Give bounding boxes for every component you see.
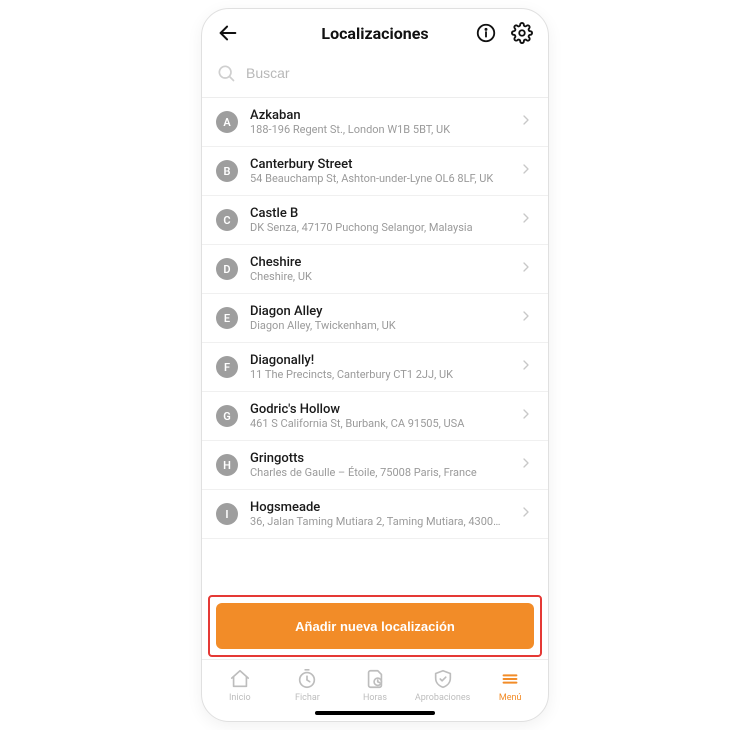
nav-clock[interactable]: Fichar — [277, 668, 337, 703]
item-title: Castle B — [250, 206, 506, 221]
document-clock-icon — [364, 668, 386, 690]
item-title: Gringotts — [250, 451, 506, 466]
item-title: Azkaban — [250, 108, 506, 123]
list-item[interactable]: G Godric's Hollow461 S California St, Bur… — [202, 392, 548, 441]
avatar: A — [216, 111, 238, 133]
location-list: A Azkaban188-196 Regent St., London W1B 5… — [202, 98, 548, 587]
highlight-box: Añadir nueva localización — [208, 595, 542, 657]
chevron-right-icon — [518, 308, 534, 328]
item-subtitle: DK Senza, 47170 Puchong Selangor, Malays… — [250, 221, 506, 234]
list-item[interactable]: H GringottsCharles de Gaulle – Étoile, 75… — [202, 441, 548, 490]
item-subtitle: 54 Beauchamp St, Ashton-under-Lyne OL6 8… — [250, 172, 506, 185]
bottom-nav: Inicio Fichar Horas Aprobaciones Menú — [202, 659, 548, 705]
item-text: Diagon AlleyDiagon Alley, Twickenham, UK — [250, 304, 506, 332]
home-indicator — [202, 705, 548, 721]
item-text: Azkaban188-196 Regent St., London W1B 5B… — [250, 108, 506, 136]
nav-approvals[interactable]: Aprobaciones — [413, 668, 473, 703]
item-text: Canterbury Street54 Beauchamp St, Ashton… — [250, 157, 506, 185]
settings-button[interactable] — [510, 21, 534, 45]
avatar: B — [216, 160, 238, 182]
item-title: Cheshire — [250, 255, 506, 270]
chevron-right-icon — [518, 259, 534, 279]
search-icon — [216, 63, 236, 83]
gear-icon — [511, 22, 533, 44]
item-text: Hogsmeade36, Jalan Taming Mutiara 2, Tam… — [250, 500, 506, 528]
list-item[interactable]: E Diagon AlleyDiagon Alley, Twickenham, U… — [202, 294, 548, 343]
phone-frame: Localizaciones AAzkaban188-1 — [201, 8, 549, 722]
chevron-right-icon — [518, 112, 534, 132]
nav-hours[interactable]: Horas — [345, 668, 405, 703]
header: Localizaciones — [202, 9, 548, 57]
item-title: Hogsmeade — [250, 500, 506, 515]
nav-label: Horas — [363, 693, 387, 703]
avatar: F — [216, 356, 238, 378]
item-subtitle: Charles de Gaulle – Étoile, 75008 Paris,… — [250, 466, 506, 479]
item-title: Godric's Hollow — [250, 402, 506, 417]
nav-label: Fichar — [295, 693, 320, 703]
item-subtitle: Cheshire, UK — [250, 270, 506, 283]
nav-menu[interactable]: Menú — [480, 668, 540, 703]
list-item[interactable]: F Diagonally!11 The Precincts, Canterbury… — [202, 343, 548, 392]
item-text: Diagonally!11 The Precincts, Canterbury … — [250, 353, 506, 381]
chevron-right-icon — [518, 357, 534, 377]
stopwatch-icon — [296, 668, 318, 690]
menu-icon — [499, 668, 521, 690]
avatar: G — [216, 405, 238, 427]
avatar: E — [216, 307, 238, 329]
list-item[interactable]: B Canterbury Street54 Beauchamp St, Ashto… — [202, 147, 548, 196]
item-subtitle: 188-196 Regent St., London W1B 5BT, UK — [250, 123, 506, 136]
chevron-right-icon — [518, 210, 534, 230]
item-title: Diagonally! — [250, 353, 506, 368]
chevron-right-icon — [518, 504, 534, 524]
info-button[interactable] — [474, 21, 498, 45]
search-row — [202, 57, 548, 98]
chevron-right-icon — [518, 406, 534, 426]
chevron-right-icon — [518, 455, 534, 475]
add-location-button[interactable]: Añadir nueva localización — [216, 603, 534, 649]
avatar: H — [216, 454, 238, 476]
list-item[interactable]: I Hogsmeade36, Jalan Taming Mutiara 2, Ta… — [202, 490, 548, 539]
list-item[interactable]: C Castle BDK Senza, 47170 Puchong Selango… — [202, 196, 548, 245]
item-subtitle: Diagon Alley, Twickenham, UK — [250, 319, 506, 332]
shield-check-icon — [432, 668, 454, 690]
item-subtitle: 36, Jalan Taming Mutiara 2, Taming Mutia… — [250, 515, 506, 528]
nav-label: Inicio — [229, 693, 251, 703]
info-icon — [475, 22, 497, 44]
back-button[interactable] — [216, 21, 240, 45]
item-subtitle: 11 The Precincts, Canterbury CT1 2JJ, UK — [250, 368, 506, 381]
nav-home[interactable]: Inicio — [210, 668, 270, 703]
chevron-right-icon — [518, 161, 534, 181]
item-title: Canterbury Street — [250, 157, 506, 172]
item-text: CheshireCheshire, UK — [250, 255, 506, 283]
nav-label: Aprobaciones — [415, 693, 470, 703]
item-text: GringottsCharles de Gaulle – Étoile, 750… — [250, 451, 506, 479]
home-icon — [229, 668, 251, 690]
item-text: Castle BDK Senza, 47170 Puchong Selangor… — [250, 206, 506, 234]
arrow-left-icon — [217, 22, 239, 44]
search-input[interactable] — [246, 65, 534, 81]
avatar: C — [216, 209, 238, 231]
avatar: D — [216, 258, 238, 280]
list-item[interactable]: D CheshireCheshire, UK — [202, 245, 548, 294]
item-title: Diagon Alley — [250, 304, 506, 319]
avatar: I — [216, 503, 238, 525]
item-subtitle: 461 S California St, Burbank, CA 91505, … — [250, 417, 506, 430]
list-item[interactable]: A Azkaban188-196 Regent St., London W1B 5… — [202, 98, 548, 147]
nav-label: Menú — [499, 693, 522, 703]
item-text: Godric's Hollow461 S California St, Burb… — [250, 402, 506, 430]
